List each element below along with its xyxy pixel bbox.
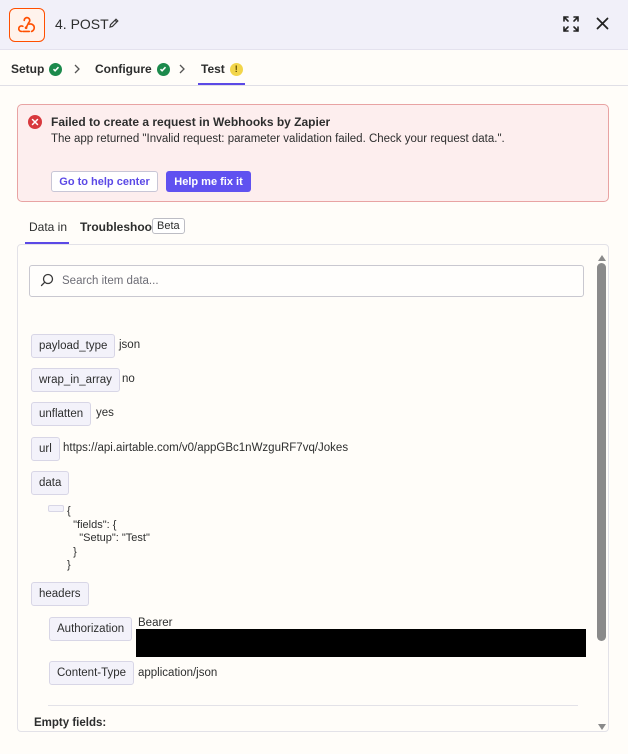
chevron-right-icon: [73, 63, 81, 77]
tab-setup-label: Setup: [11, 62, 45, 76]
chevron-right-icon: [178, 63, 186, 77]
tab-configure[interactable]: Configure: [95, 62, 170, 76]
collapse-toggle[interactable]: [48, 505, 64, 512]
empty-fields-heading: Empty fields:: [34, 717, 107, 729]
error-message: The app returned "Invalid request: param…: [51, 133, 505, 145]
data-subtabs: Data in Troubleshoot Beta: [17, 212, 609, 244]
step-tabs: Setup Configure Test !: [0, 50, 628, 86]
section-divider: [48, 705, 578, 706]
tab-setup[interactable]: Setup: [11, 62, 63, 76]
error-title: Failed to create a request in Webhooks b…: [51, 115, 331, 129]
field-key-authorization[interactable]: Authorization: [49, 617, 133, 641]
field-key-wrap-in-array[interactable]: wrap_in_array: [31, 368, 120, 392]
field-value-content-type: application/json: [138, 667, 218, 679]
field-value-authorization: Bearer: [138, 617, 173, 629]
field-value-unflatten: yes: [96, 407, 114, 419]
field-key-data[interactable]: data: [31, 471, 70, 495]
expand-icon[interactable]: [562, 15, 580, 36]
error-x-icon: [28, 115, 42, 129]
check-circle-icon: [49, 62, 63, 76]
field-value-data: { "fields": { "Setup": "Test" } }: [67, 505, 150, 571]
active-tab-indicator: [198, 83, 245, 85]
field-key-content-type[interactable]: Content-Type: [49, 661, 135, 685]
field-value-url: https://api.airtable.com/v0/appGBc1nWzgu…: [63, 442, 349, 454]
tab-troubleshoot[interactable]: Troubleshoot: [80, 220, 156, 234]
help-me-fix-button[interactable]: Help me fix it: [166, 171, 251, 192]
tab-configure-label: Configure: [95, 62, 152, 76]
field-key-unflatten[interactable]: unflatten: [31, 402, 92, 426]
tab-data-in[interactable]: Data in: [29, 220, 67, 234]
webhook-icon: [9, 8, 45, 42]
close-icon[interactable]: [595, 16, 610, 34]
scrollbar-thumb[interactable]: [597, 263, 606, 641]
field-key-payload-type[interactable]: payload_type: [31, 334, 116, 358]
field-key-url[interactable]: url: [31, 437, 60, 461]
search-icon: [40, 273, 54, 290]
beta-badge: Beta: [152, 218, 185, 234]
check-circle-icon: [156, 62, 170, 76]
field-value-wrap-in-array: no: [122, 373, 135, 385]
scrollbar[interactable]: [594, 245, 608, 731]
data-in-panel[interactable]: payload_type json wrap_in_array no unfla…: [17, 244, 609, 732]
error-alert: Failed to create a request in Webhooks b…: [17, 104, 609, 202]
tab-test[interactable]: Test !: [201, 62, 243, 76]
step-title[interactable]: 4. POST: [55, 16, 109, 32]
field-key-headers[interactable]: headers: [31, 582, 89, 606]
search-box: [29, 265, 584, 297]
step-header: 4. POST: [0, 0, 628, 50]
warning-icon: !: [229, 62, 243, 76]
redacted-token: [136, 629, 586, 657]
field-value-payload-type: json: [119, 339, 141, 351]
scroll-up-arrow-icon[interactable]: [598, 250, 606, 264]
scroll-down-arrow-icon[interactable]: [598, 719, 606, 731]
search-input[interactable]: [62, 275, 542, 287]
help-center-button[interactable]: Go to help center: [51, 171, 158, 192]
tab-test-label: Test: [201, 62, 225, 76]
pencil-icon[interactable]: [108, 17, 120, 32]
